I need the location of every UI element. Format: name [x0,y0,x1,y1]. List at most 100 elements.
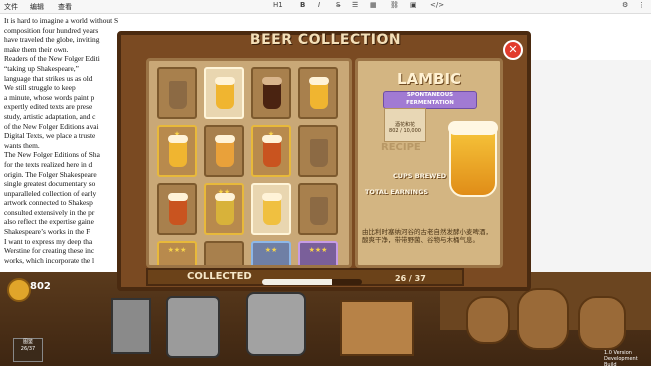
beer-icon [215,135,235,167]
build-version: 1.0 Version Development Build [604,350,651,368]
doc-line: We still struggle to keep [4,83,76,93]
italic-icon[interactable]: I [318,1,320,9]
doc-line: unparalleled collection of early [4,188,97,198]
doc-line: origin. The Folger Shakespeare [4,169,97,179]
doc-line: It is hard to imagine a world without Sh… [4,16,118,25]
beer-card[interactable]: ★★ [251,241,291,265]
coin-count: 802 [30,281,51,292]
code-icon[interactable]: </> [430,1,444,9]
doc-line: wants them. [4,140,40,150]
table-icon[interactable]: ▦ [370,1,377,9]
beer-card[interactable] [204,241,244,265]
total-earnings-label: TOTAL EARNINGS [365,188,429,196]
editor-toolbar: 文件 编辑 查看 H1 B I S̶ ☰ ▦ ⛓ ▣ </> ⚙ ⋮ [0,0,651,14]
beer-card[interactable]: ★★★ [157,241,197,265]
grain-mill[interactable] [111,298,151,354]
beer-card[interactable] [157,183,197,235]
star-icon: ★★★ [308,246,328,254]
doc-line: Readers of the New Folger Editi [4,54,100,64]
beer-card[interactable] [298,67,338,119]
beer-card[interactable]: ★★ [204,183,244,235]
cups-brewed-label: CUPS BREWED [393,172,447,180]
doc-line: a minute, whose words paint p [4,92,95,102]
doc-line: Digital Texts, we place a truste [4,131,96,141]
strikethrough-icon[interactable]: S̶ [336,1,340,9]
beer-card[interactable] [251,183,291,235]
build-label: Development Build [604,356,638,368]
mash-tun[interactable] [166,296,220,358]
beer-icon [215,193,235,225]
beer-style-ribbon: SPONTANEOUS FERMENTATION [383,91,477,109]
beer-card[interactable]: ★★★ [298,241,338,265]
beer-card-selected[interactable] [204,67,244,119]
game-background [518,60,651,272]
star-icon: ★★ [264,246,278,254]
beer-icon [168,193,188,225]
beer-card[interactable]: ★ [251,125,291,177]
lambic-beer-icon [448,121,498,197]
beer-grid: ★ ★ ★★ ★★★ ★★ ★★★ [146,58,352,268]
doc-line: expertly edited texts are prese [4,102,93,112]
heading-select[interactable]: H1 [273,1,283,9]
list-icon[interactable]: ☰ [352,1,358,9]
barrel[interactable] [578,296,626,350]
locked-beer-icon [310,197,328,225]
doc-line: works, which incorporate the l [4,255,95,265]
collection-button-label: 图鉴 [22,339,33,345]
recipe-label: RECIPE [381,142,421,153]
barrel[interactable] [517,288,569,350]
doc-line: of the New Folger Editions avai [4,121,99,131]
document-body[interactable]: It is hard to imagine a world without Sh… [4,16,118,265]
doc-line: for the texts realized here in d [4,159,93,169]
collection-progress-fill [262,279,333,285]
settings-icon[interactable]: ⚙ [622,1,628,9]
beer-card-locked[interactable] [157,67,197,119]
menu-view[interactable]: 查看 [58,2,72,12]
doc-line: artwork connected to Shakesp [4,198,93,208]
coin-icon [7,278,31,302]
link-icon[interactable]: ⛓ [390,1,399,9]
locked-beer-icon [310,139,328,167]
doc-line: I want to express my deep tha [4,236,93,246]
doc-line: language that strikes us as old [4,73,93,83]
doc-line: “taking up Shakespeare,” [4,63,79,73]
doc-line: study, artistic adaptation, and c [4,111,96,121]
beer-icon [168,135,188,167]
beer-card[interactable] [251,67,291,119]
beer-card-locked[interactable] [298,125,338,177]
doc-line: consulted extensively in the pr [4,207,95,217]
collected-count: 26 / 37 [395,274,426,283]
collection-button[interactable]: 图鉴 26/37 [13,338,43,362]
more-icon[interactable]: ⋮ [638,1,645,9]
bar-counter[interactable] [340,300,414,356]
ribbon-line-1: SPONTANEOUS [406,92,454,98]
beer-icon [309,77,329,109]
beer-icon [262,135,282,167]
doc-line: also reflect the expertise gaine [4,217,94,227]
menu-file[interactable]: 文件 [4,2,18,12]
modal-title: BEER COLLECTION [249,32,402,48]
recipe-card: 酒花和花 802 / 10,000 [384,108,426,142]
close-icon[interactable]: ✕ [503,40,523,60]
beer-icon [262,193,282,225]
bold-icon[interactable]: B [300,1,305,9]
beer-icon [215,77,235,109]
menu-edit[interactable]: 编辑 [30,2,44,12]
beer-icon [262,77,282,109]
recipe-title: 酒花和花 [394,122,415,128]
beer-name: LAMBIC [396,70,462,88]
beer-card-locked[interactable] [298,183,338,235]
beer-card[interactable]: ★ [157,125,197,177]
star-icon: ★★★ [167,246,187,254]
collection-progress [262,279,362,285]
beer-card[interactable] [204,125,244,177]
brew-kettle[interactable] [246,292,306,356]
barrel[interactable] [466,296,510,344]
locked-beer-icon [169,81,187,109]
ribbon-line-2: FERMENTATION [406,99,454,106]
image-icon[interactable]: ▣ [410,1,417,9]
collected-label: COLLECTED [187,271,252,282]
collection-button-count: 26/37 [20,346,36,352]
doc-line: single greatest documentary so [4,179,96,189]
doc-line: The New Folger Editions of Sha [4,150,100,160]
